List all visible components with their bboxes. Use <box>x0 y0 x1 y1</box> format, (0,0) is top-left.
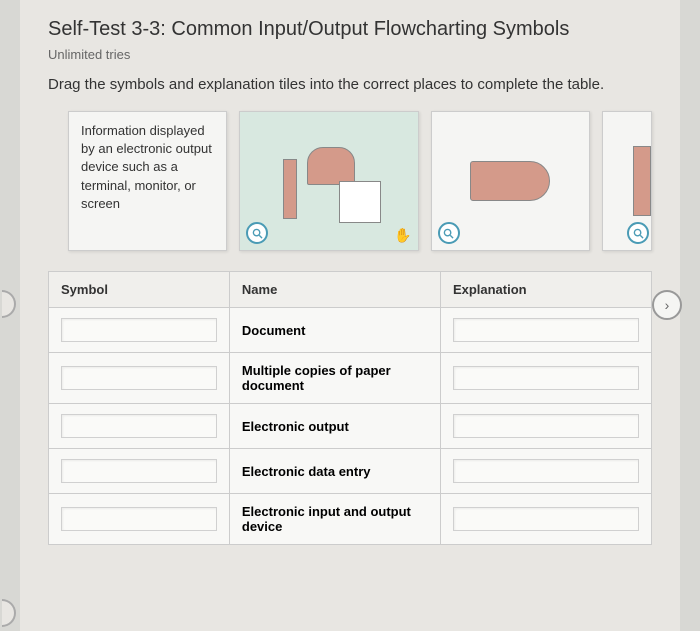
instructions-text: Drag the symbols and explanation tiles i… <box>48 76 652 93</box>
explanation-tile[interactable]: Information displayed by an electronic o… <box>68 111 227 251</box>
symbol-drop-slot[interactable] <box>61 318 217 342</box>
explanation-drop-slot[interactable] <box>453 318 639 342</box>
table-row: Document <box>49 308 652 353</box>
symbol-drop-slot[interactable] <box>61 366 217 390</box>
help-button[interactable] <box>2 599 16 627</box>
flowchart-shapes-group <box>279 131 379 231</box>
next-page-button[interactable]: › <box>652 290 682 320</box>
zoom-icon[interactable] <box>246 222 268 244</box>
symbol-tile-2[interactable] <box>431 111 590 251</box>
row-name: Document <box>229 308 440 353</box>
symbol-drop-slot[interactable] <box>61 414 217 438</box>
symbol-tile-3[interactable] <box>602 111 652 251</box>
page-container: Self-Test 3-3: Common Input/Output Flowc… <box>20 0 680 631</box>
symbol-tile-1[interactable]: ✋ <box>239 111 418 251</box>
zoom-icon[interactable] <box>627 222 649 244</box>
answer-table: Symbol Name Explanation Document Multipl… <box>48 271 652 545</box>
table-row: Electronic output <box>49 404 652 449</box>
prev-page-button[interactable] <box>2 290 16 318</box>
header-symbol: Symbol <box>49 272 230 308</box>
grab-icon: ✋ <box>394 227 411 244</box>
table-row: Multiple copies of paper document <box>49 353 652 404</box>
explanation-drop-slot[interactable] <box>453 414 639 438</box>
explanation-tile-text: Information displayed by an electronic o… <box>81 123 212 211</box>
row-name: Electronic input and output device <box>229 494 440 545</box>
zoom-icon[interactable] <box>438 222 460 244</box>
attempts-label: Unlimited tries <box>48 47 652 62</box>
row-name: Multiple copies of paper document <box>229 353 440 404</box>
row-name: Electronic output <box>229 404 440 449</box>
header-explanation: Explanation <box>440 272 651 308</box>
draggable-tiles-row: Information displayed by an electronic o… <box>48 111 652 251</box>
symbol-drop-slot[interactable] <box>61 507 217 531</box>
display-shape-icon <box>470 161 550 201</box>
page-title: Self-Test 3-3: Common Input/Output Flowc… <box>48 18 652 41</box>
table-row: Electronic input and output device <box>49 494 652 545</box>
explanation-drop-slot[interactable] <box>453 366 639 390</box>
chevron-right-icon: › <box>665 297 670 313</box>
row-name: Electronic data entry <box>229 449 440 494</box>
explanation-drop-slot[interactable] <box>453 507 639 531</box>
header-name: Name <box>229 272 440 308</box>
symbol-drop-slot[interactable] <box>61 459 217 483</box>
explanation-drop-slot[interactable] <box>453 459 639 483</box>
partial-shape-icon <box>633 146 651 216</box>
table-row: Electronic data entry <box>49 449 652 494</box>
